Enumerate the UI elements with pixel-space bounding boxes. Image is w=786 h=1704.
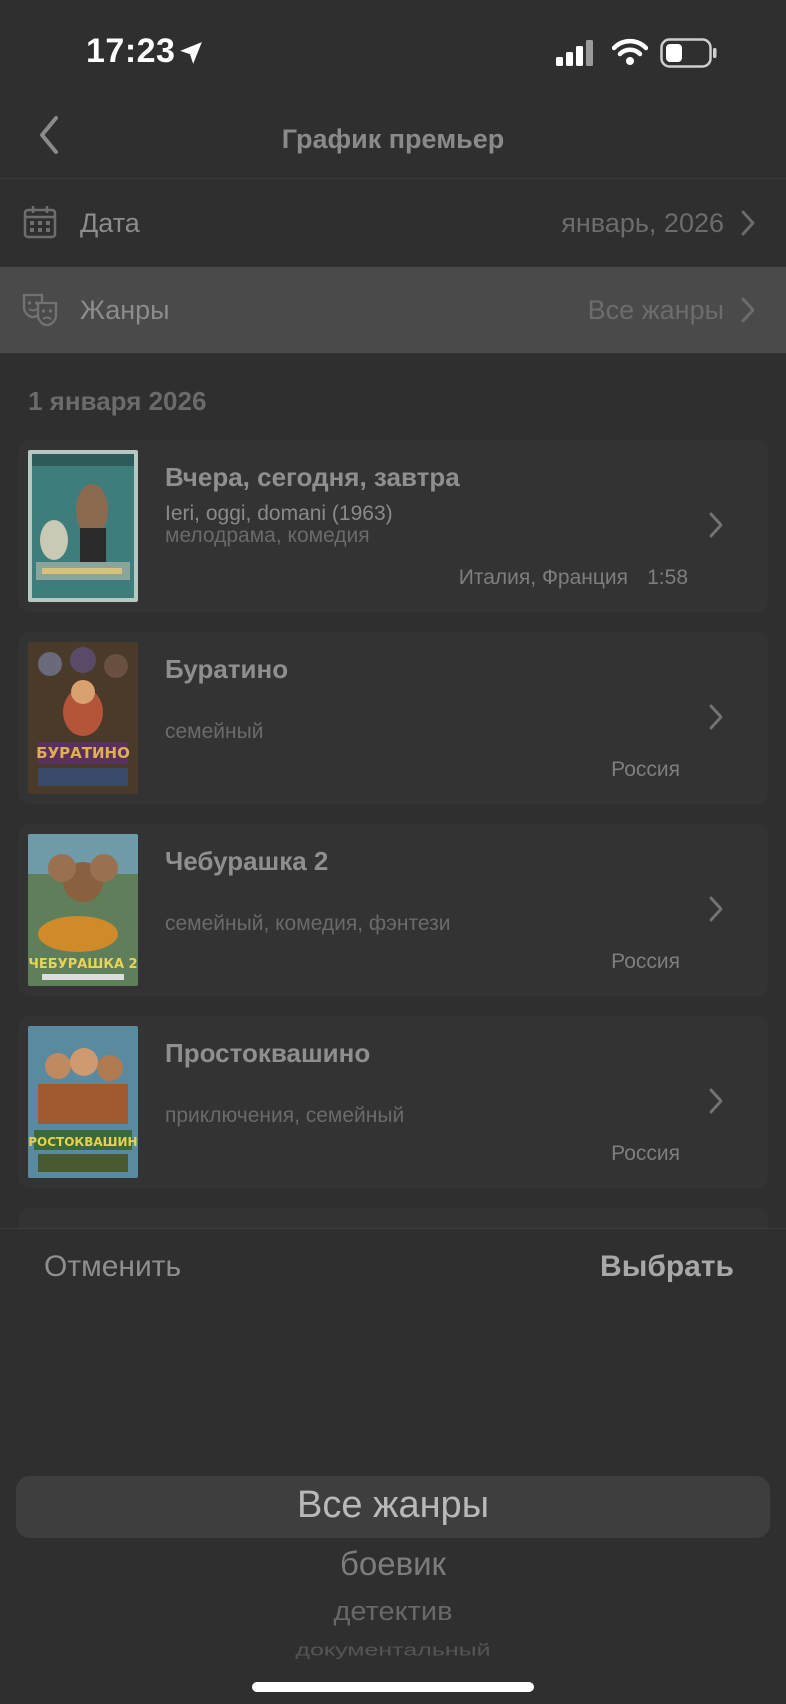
movie-genres: мелодрама, комедия [165, 524, 370, 547]
movie-title: Вчера, сегодня, завтра [165, 462, 460, 492]
movie-duration: 1:58 [647, 566, 688, 589]
chevron-right-icon [741, 297, 755, 323]
date-filter-label: Дата [80, 208, 140, 238]
picker-option[interactable]: боевик [0, 1545, 786, 1583]
genre-filter-row[interactable]: Жанры Все жанры [0, 267, 786, 353]
movie-title: Простоквашино [165, 1038, 371, 1068]
movie-country: Италия, Франция [458, 566, 628, 589]
movie-country: Россия [611, 950, 680, 973]
picker-option-selected[interactable]: Все жанры [0, 1484, 786, 1527]
picker-divider [0, 1228, 786, 1229]
movie-genres: семейный [165, 720, 264, 743]
svg-text:ЧЕБУРАШКА 2: ЧЕБУРАШКА 2 [28, 957, 137, 972]
movie-card[interactable]: ПРОСТОКВАШИНО Простоквашино приключения,… [18, 1016, 768, 1188]
movie-card[interactable]: ЧЕБУРАШКА 2 Чебурашка 2 семейный, комеди… [18, 824, 768, 996]
movie-genres: семейный, комедия, фэнтези [165, 912, 451, 935]
chevron-right-icon [709, 1088, 723, 1114]
movie-card[interactable]: Вчера, сегодня, завтра Ieri, oggi, doman… [18, 440, 768, 612]
home-indicator[interactable] [252, 1682, 534, 1692]
location-arrow-icon [180, 42, 202, 64]
chevron-right-icon [709, 512, 723, 538]
chevron-right-icon [709, 896, 723, 922]
genre-filter-label: Жанры [80, 295, 170, 325]
nav-divider [0, 178, 786, 179]
movie-country: Россия [611, 758, 680, 781]
movie-card-partial[interactable] [18, 1208, 768, 1228]
movie-title: Буратино [165, 654, 289, 684]
cancel-button[interactable]: Отменить [44, 1250, 181, 1284]
battery-icon [660, 38, 717, 68]
genre-filter-value: Все жанры [587, 295, 724, 325]
wifi-icon [612, 38, 648, 65]
theater-masks-icon [22, 293, 58, 327]
chevron-right-icon [709, 704, 723, 730]
genre-picker-sheet [0, 1229, 786, 1704]
status-time: 17:23 [86, 32, 176, 70]
date-filter-row[interactable]: Дата январь, 2026 [0, 180, 786, 266]
movie-card[interactable]: БУРАТИНО Буратино семейный Россия [18, 632, 768, 804]
date-filter-value: январь, 2026 [561, 208, 724, 238]
movie-genres: приключения, семейный [165, 1104, 405, 1127]
movie-original-title: Ieri, oggi, domani (1963) [165, 502, 393, 525]
movie-title: Чебурашка 2 [165, 846, 329, 876]
movie-poster-image: ПРОСТОКВАШИНО [28, 1026, 138, 1178]
cellular-signal-icon [556, 40, 593, 66]
movie-poster-image: БУРАТИНО [28, 642, 138, 794]
select-button[interactable]: Выбрать [600, 1250, 734, 1284]
movie-poster-image [28, 450, 138, 602]
section-date-header: 1 января 2026 [28, 386, 207, 416]
svg-text:ПРОСТОКВАШИНО: ПРОСТОКВАШИНО [28, 1135, 138, 1149]
chevron-right-icon [741, 210, 755, 236]
picker-option[interactable]: документальный [0, 1641, 786, 1660]
svg-text:БУРАТИНО: БУРАТИНО [36, 744, 130, 762]
page-title: График премьер [281, 124, 505, 154]
picker-option[interactable]: детектив [0, 1598, 786, 1628]
movie-poster-image: ЧЕБУРАШКА 2 [28, 834, 138, 986]
calendar-icon [23, 206, 57, 239]
movie-country: Россия [611, 1142, 680, 1165]
